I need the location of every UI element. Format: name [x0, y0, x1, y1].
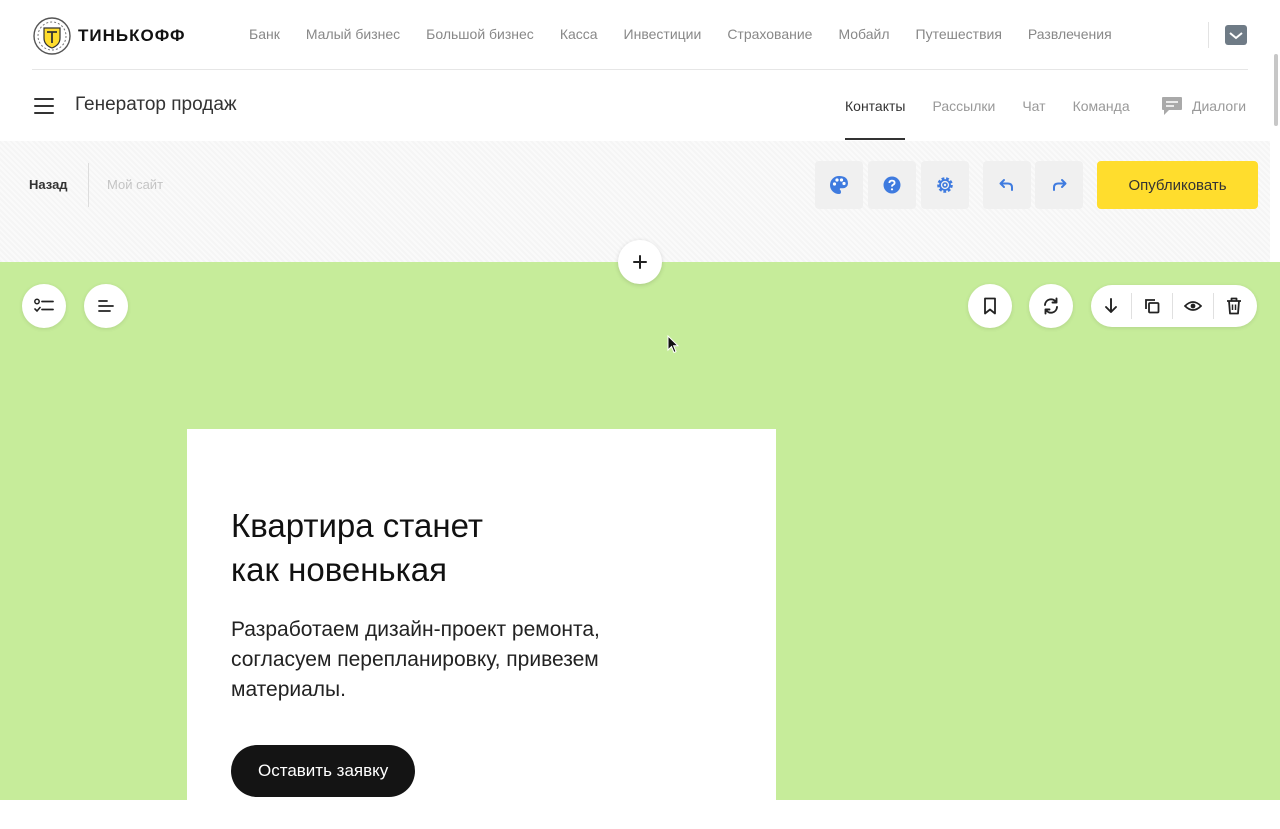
chat-bubble-icon [1162, 97, 1182, 115]
add-block-button[interactable] [618, 240, 662, 284]
bank-nav-links: Банк Малый бизнес Большой бизнес Касса И… [249, 26, 1138, 42]
page-block: Квартира станет как новенькая Разработае… [0, 262, 1280, 829]
product-header: Генератор продаж Контакты Рассылки Чат К… [0, 71, 1280, 141]
checklist-icon [34, 298, 54, 313]
mouse-cursor-icon [667, 335, 679, 354]
hero-headline-line1: Квартира станет [231, 507, 483, 544]
theme-button[interactable] [815, 161, 863, 209]
delete-button[interactable] [1214, 285, 1254, 327]
shield-emblem-icon [33, 17, 71, 55]
duplicate-button[interactable] [1132, 285, 1172, 327]
plus-icon [633, 255, 647, 269]
bank-nav-big-business[interactable]: Большой бизнес [426, 26, 534, 42]
settings-button[interactable] [921, 161, 969, 209]
hero-headline[interactable]: Квартира станет как новенькая [231, 504, 651, 592]
bank-nav-bank[interactable]: Банк [249, 26, 280, 42]
move-down-button[interactable] [1091, 285, 1131, 327]
bank-nav-travel[interactable]: Путешествия [916, 26, 1002, 42]
trash-icon [1227, 297, 1241, 315]
block-align-button[interactable] [84, 284, 128, 328]
toolbar-divider [88, 163, 89, 207]
bank-nav-small-business[interactable]: Малый бизнес [306, 26, 400, 42]
product-title: Генератор продаж [75, 94, 237, 115]
block-replace-button[interactable] [1029, 284, 1073, 328]
settings-icon [937, 177, 953, 193]
align-left-icon [98, 300, 114, 312]
help-icon [883, 176, 901, 194]
bank-navbar: ТИНЬКОФФ Банк Малый бизнес Большой бизне… [0, 0, 1280, 70]
tab-chat[interactable]: Чат [1022, 98, 1045, 114]
dialogs-label: Диалоги [1192, 98, 1247, 114]
product-tabs: Контакты Рассылки Чат Команда [845, 98, 1157, 140]
menu-icon[interactable] [34, 98, 54, 114]
block-actions-toolbar [1091, 285, 1257, 327]
publish-button[interactable]: Опубликовать [1097, 161, 1258, 209]
palette-icon [830, 176, 848, 194]
help-button[interactable] [868, 161, 916, 209]
bank-nav-investments[interactable]: Инвестиции [624, 26, 702, 42]
bank-nav-kassa[interactable]: Касса [560, 26, 598, 42]
hero-description[interactable]: Разработаем дизайн-проект ремонта, согла… [231, 615, 661, 705]
redo-icon [1053, 179, 1067, 191]
brand-logo[interactable]: ТИНЬКОФФ [32, 16, 186, 56]
undo-icon [999, 179, 1013, 191]
bank-nav-mobile[interactable]: Мобайл [838, 26, 889, 42]
redo-button[interactable] [1035, 161, 1083, 209]
block-checklist-button[interactable] [22, 284, 66, 328]
bank-nav-insurance[interactable]: Страхование [727, 26, 812, 42]
copy-icon [1145, 299, 1160, 314]
submit-request-button[interactable]: Оставить заявку [231, 745, 416, 797]
hero-card[interactable]: Квартира станет как новенькая Разработае… [187, 429, 776, 829]
bank-nav-entertainment[interactable]: Развлечения [1028, 26, 1112, 42]
hero-headline-line2: как новенькая [231, 551, 448, 588]
dialogs-link[interactable]: Диалоги [1161, 96, 1246, 116]
inbox-icon[interactable] [1224, 23, 1248, 47]
tab-team[interactable]: Команда [1073, 98, 1130, 114]
page-scrollbar[interactable] [1270, 0, 1280, 800]
refresh-icon [1044, 297, 1058, 315]
back-link[interactable]: Назад [29, 177, 68, 192]
site-name[interactable]: Мой сайт [107, 177, 163, 192]
undo-button[interactable] [983, 161, 1031, 209]
navbar-divider [32, 69, 1248, 70]
block-bookmark-button[interactable] [968, 284, 1012, 328]
bookmark-icon [984, 297, 996, 315]
tab-contacts[interactable]: Контакты [845, 98, 906, 140]
toggle-visibility-button[interactable] [1173, 285, 1213, 327]
tab-mailings[interactable]: Рассылки [932, 98, 995, 114]
brand-name: ТИНЬКОФФ [78, 26, 186, 45]
eye-icon [1184, 301, 1202, 311]
scrollbar-thumb[interactable] [1274, 54, 1278, 126]
nav-divider [1208, 22, 1209, 48]
arrow-down-icon [1105, 298, 1117, 313]
